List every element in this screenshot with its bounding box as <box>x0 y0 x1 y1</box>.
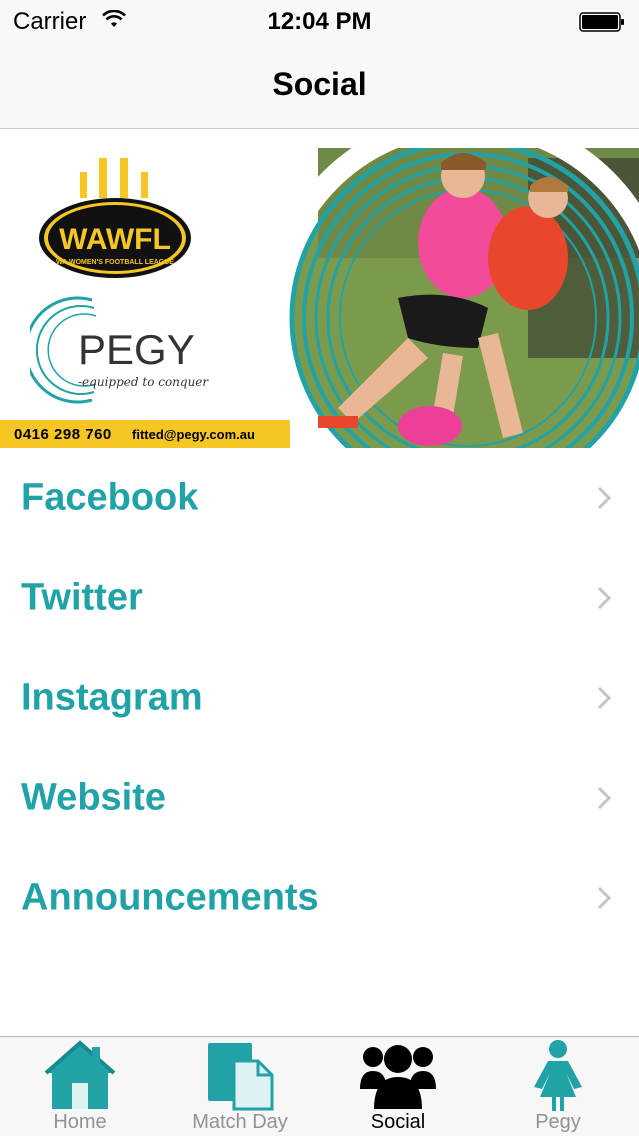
sponsor-banner: WAWFL WA WOMEN'S FOOTBALL LEAGUE PEGY -e… <box>0 130 639 448</box>
tab-match-day[interactable]: Match Day <box>160 1037 320 1136</box>
list-item-instagram[interactable]: Instagram <box>0 648 639 748</box>
battery-icon <box>579 12 624 32</box>
chevron-right-icon <box>597 586 611 610</box>
people-icon <box>360 1045 436 1109</box>
woman-icon <box>534 1040 582 1111</box>
tab-pegy[interactable]: Pegy <box>478 1037 638 1136</box>
banner-photo <box>258 148 639 448</box>
clock: 12:04 PM <box>267 8 372 35</box>
tab-label: Pegy <box>535 1111 581 1133</box>
contact-email: fitted@pegy.com.au <box>132 427 255 442</box>
social-links-list: Facebook Twitter Instagram Website Annou… <box>0 448 639 948</box>
wawfl-logo-text: WAWFL <box>59 223 171 256</box>
tab-home[interactable]: Home <box>0 1037 160 1136</box>
home-icon <box>44 1040 116 1109</box>
wawfl-logo: WAWFL WA WOMEN'S FOOTBALL LEAGUE <box>39 158 191 278</box>
tab-label: Home <box>53 1111 107 1133</box>
tab-bar: Home Match Day Social Pegy <box>0 1036 639 1136</box>
page-title: Social <box>272 66 367 102</box>
list-item-label: Instagram <box>21 676 203 719</box>
pegy-logo-text: PEGY <box>78 326 195 373</box>
list-item-facebook[interactable]: Facebook <box>0 448 639 548</box>
chevron-right-icon <box>597 886 611 910</box>
wawfl-logo-subtext: WA WOMEN'S FOOTBALL LEAGUE <box>56 259 174 266</box>
navigation-bar: Social <box>0 40 639 129</box>
tab-label: Social <box>370 1111 426 1133</box>
contact-phone: 0416 298 760 <box>14 426 112 443</box>
chevron-right-icon <box>597 486 611 510</box>
list-item-label: Announcements <box>21 876 319 919</box>
status-bar: Carrier 12:04 PM <box>0 0 639 40</box>
chevron-right-icon <box>597 786 611 810</box>
list-item-twitter[interactable]: Twitter <box>0 548 639 648</box>
pegy-logo: PEGY -equipped to conquer <box>30 296 209 404</box>
pegy-tagline: -equipped to conquer <box>78 375 209 389</box>
tab-label: Match Day <box>192 1111 288 1133</box>
list-item-website[interactable]: Website <box>0 748 639 848</box>
tab-social[interactable]: Social <box>318 1037 478 1136</box>
list-item-label: Website <box>21 776 167 819</box>
chevron-right-icon <box>597 686 611 710</box>
list-item-label: Twitter <box>21 576 143 619</box>
list-item-label: Facebook <box>21 476 199 519</box>
list-item-announcements[interactable]: Announcements <box>0 848 639 948</box>
document-icon <box>208 1043 274 1111</box>
